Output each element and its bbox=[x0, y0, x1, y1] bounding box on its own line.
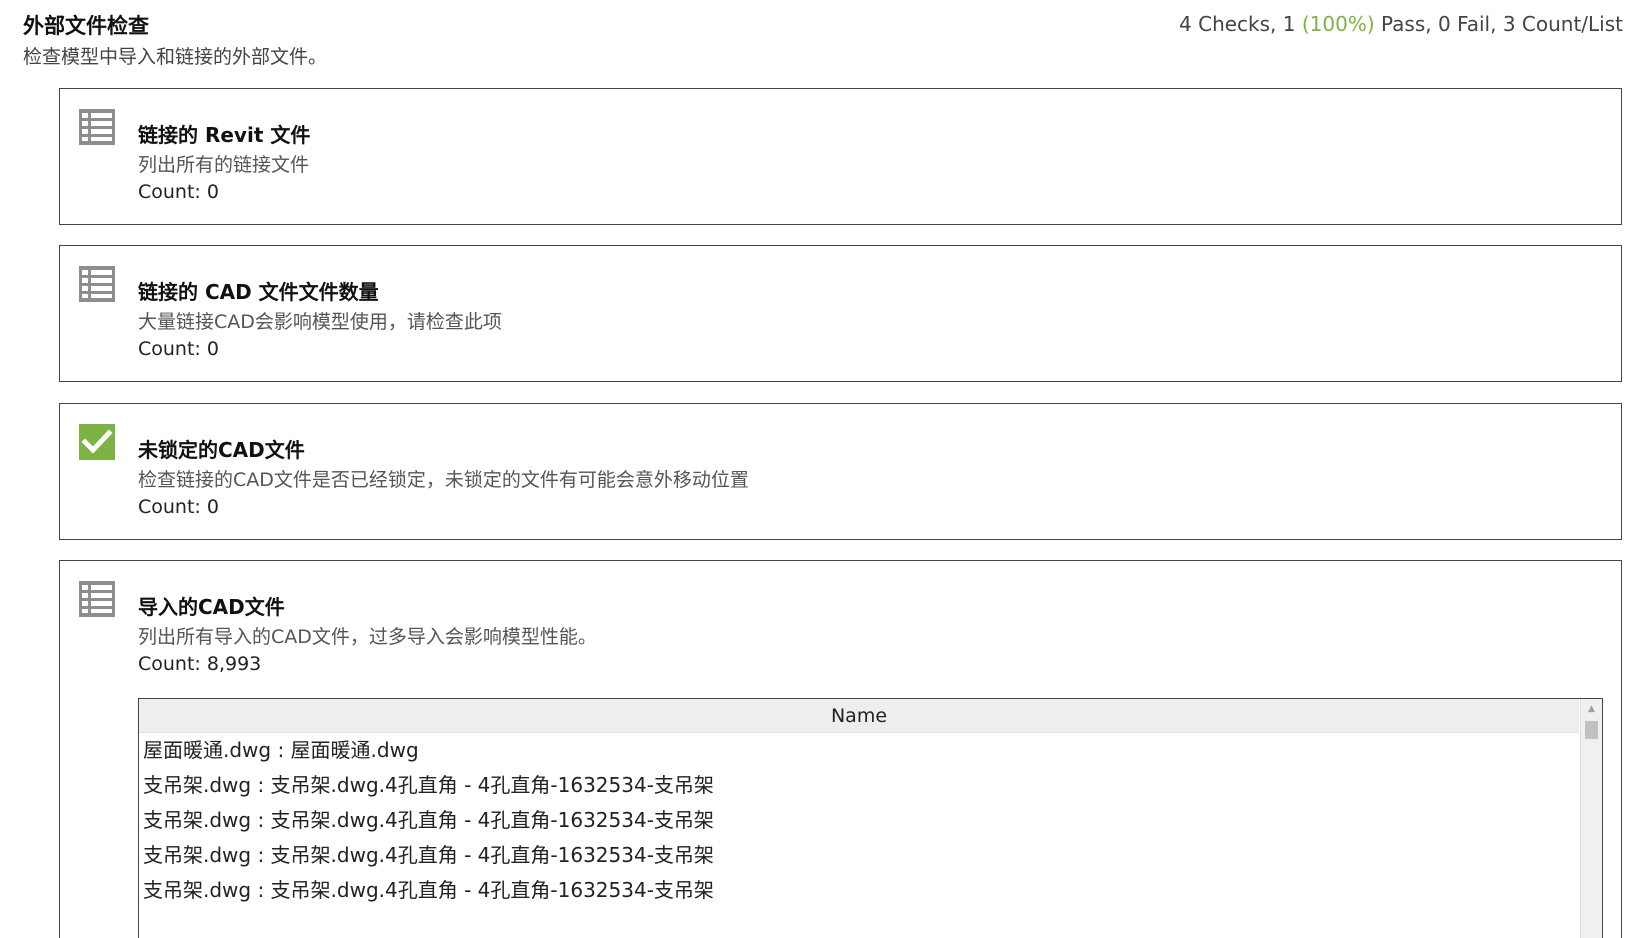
check-title: 链接的 Revit 文件 bbox=[138, 123, 311, 147]
check-title: 链接的 CAD 文件文件数量 bbox=[138, 280, 379, 304]
check-card-imported-cad: 导入的CAD文件 列出所有导入的CAD文件，过多导入会影响模型性能。 Count… bbox=[59, 560, 1622, 938]
table-row[interactable]: 支吊架.dwg : 支吊架.dwg.4孔直角 - 4孔直角-1632534-支吊… bbox=[143, 803, 1573, 838]
check-description: 大量链接CAD会影响模型使用，请检查此项 bbox=[138, 311, 502, 333]
check-card-linked-revit: 链接的 Revit 文件 列出所有的链接文件 Count: 0 bbox=[59, 88, 1622, 225]
check-title: 未锁定的CAD文件 bbox=[138, 438, 305, 462]
page-title: 外部文件检查 bbox=[23, 14, 149, 38]
imported-cad-table[interactable]: Name 屋面暖通.dwg : 屋面暖通.dwg 支吊架.dwg : 支吊架.d… bbox=[138, 698, 1603, 938]
table-row[interactable]: 支吊架.dwg : 支吊架.dwg.4孔直角 - 4孔直角-1632534-支吊… bbox=[143, 873, 1573, 908]
checkmark-icon bbox=[79, 424, 115, 460]
page-subtitle: 检查模型中导入和链接的外部文件。 bbox=[23, 46, 328, 68]
check-description: 列出所有的链接文件 bbox=[138, 154, 310, 176]
check-description: 列出所有导入的CAD文件，过多导入会影响模型性能。 bbox=[138, 626, 597, 648]
summary-suffix: Pass, 0 Fail, 3 Count/List bbox=[1374, 12, 1623, 36]
list-icon bbox=[79, 109, 115, 145]
table-row[interactable]: 屋面暖通.dwg : 屋面暖通.dwg bbox=[143, 733, 1573, 768]
table-row[interactable]: 支吊架.dwg : 支吊架.dwg.4孔直角 - 4孔直角-1632534-支吊… bbox=[143, 768, 1573, 803]
check-card-unlocked-cad: 未锁定的CAD文件 检查链接的CAD文件是否已经锁定，未锁定的文件有可能会意外移… bbox=[59, 403, 1622, 540]
check-count: Count: 0 bbox=[138, 338, 219, 360]
column-header-name[interactable]: Name bbox=[139, 699, 1579, 733]
list-icon bbox=[79, 581, 115, 617]
scroll-up-arrow-icon[interactable]: ▲ bbox=[1581, 699, 1602, 719]
check-count: Count: 0 bbox=[138, 496, 219, 518]
check-count: Count: 8,993 bbox=[138, 653, 262, 675]
check-title: 导入的CAD文件 bbox=[138, 595, 285, 619]
table-row[interactable]: 支吊架.dwg : 支吊架.dwg.4孔直角 - 4孔直角-1632534-支吊… bbox=[143, 838, 1573, 873]
summary-pass-percentage: (100%) bbox=[1301, 12, 1375, 36]
check-description: 检查链接的CAD文件是否已经锁定，未锁定的文件有可能会意外移动位置 bbox=[138, 469, 749, 491]
list-icon bbox=[79, 266, 115, 302]
check-card-linked-cad-count: 链接的 CAD 文件文件数量 大量链接CAD会影响模型使用，请检查此项 Coun… bbox=[59, 245, 1622, 382]
check-count: Count: 0 bbox=[138, 181, 219, 203]
table-body: 屋面暖通.dwg : 屋面暖通.dwg 支吊架.dwg : 支吊架.dwg.4孔… bbox=[143, 733, 1573, 908]
scrollbar-thumb[interactable] bbox=[1585, 721, 1598, 739]
report-header: 外部文件检查 检查模型中导入和链接的外部文件。 4 Checks, 1 (100… bbox=[23, 8, 1623, 68]
checks-summary: 4 Checks, 1 (100%) Pass, 0 Fail, 3 Count… bbox=[1179, 12, 1623, 36]
table-scrollbar[interactable]: ▲ bbox=[1580, 699, 1602, 938]
summary-prefix: 4 Checks, 1 bbox=[1179, 12, 1302, 36]
